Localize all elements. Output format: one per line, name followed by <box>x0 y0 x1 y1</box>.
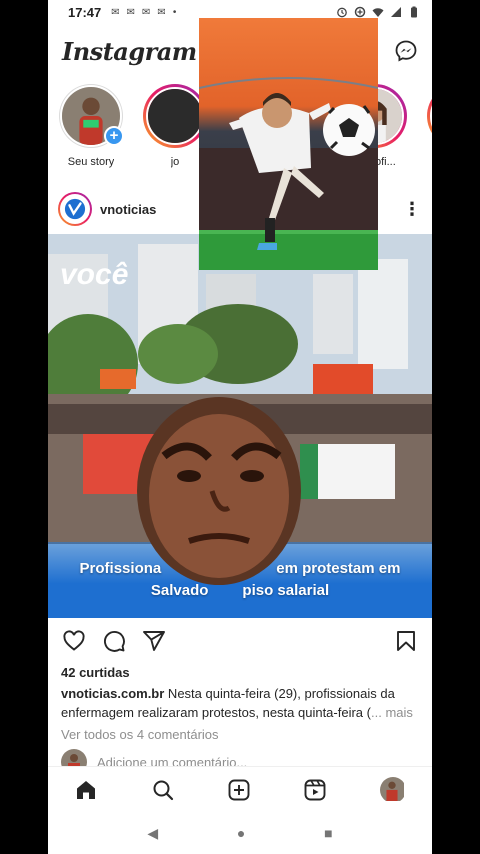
story-item[interactable]: degisson <box>426 84 432 182</box>
view-comments-link[interactable]: Ver todos os 4 comentários <box>48 722 432 744</box>
message-icon: ✉ <box>157 6 166 18</box>
post-username[interactable]: vnoticias <box>100 202 156 217</box>
post-caption: vnoticias.com.br Nesta quinta-feira (29)… <box>48 682 432 722</box>
voce-logo: você <box>60 258 129 291</box>
message-icon: ✉ <box>126 6 136 18</box>
data-saver-icon <box>354 6 366 18</box>
profile-avatar[interactable] <box>379 776 406 803</box>
signal-icon <box>391 7 401 17</box>
vnoticias-logo-icon <box>64 198 86 220</box>
story-name: jo <box>170 156 180 168</box>
reels-icon[interactable] <box>303 778 327 802</box>
post-image[interactable]: você Profissiona em protestam em Salvado p… <box>48 234 432 618</box>
instagram-app: 17:47 ✉ ✉ ✉ ✉ • Instagram + Seu story jo… <box>48 0 432 854</box>
like-icon[interactable] <box>62 629 86 653</box>
status-time: 17:47 <box>68 4 102 20</box>
likes-count[interactable]: 42 curtidas <box>48 664 432 682</box>
bottom-nav <box>48 766 432 812</box>
alarm-icon <box>337 7 347 18</box>
story-own[interactable]: + Seu story <box>58 84 124 182</box>
comment-icon[interactable] <box>102 629 126 653</box>
wifi-icon <box>372 8 384 17</box>
save-icon[interactable] <box>394 629 418 653</box>
caption-username[interactable]: vnoticias.com.br <box>61 686 164 701</box>
home-icon[interactable] <box>74 778 98 802</box>
messenger-icon[interactable] <box>394 39 418 63</box>
message-icon: ✉ <box>142 6 151 18</box>
avatar[interactable] <box>58 192 92 226</box>
story-name: Seu story <box>67 156 115 168</box>
dot-icon: • <box>172 6 177 18</box>
notification-icons: ✉ ✉ ✉ ✉ • <box>111 7 176 18</box>
home-button[interactable]: ● <box>237 825 245 841</box>
soccer-player-sticker <box>199 18 378 270</box>
system-nav-bar: ◀ ● ■ <box>48 812 432 854</box>
post-actions <box>48 618 432 664</box>
message-icon: ✉ <box>111 6 120 18</box>
instagram-logo[interactable]: Instagram <box>62 37 197 66</box>
battery-icon <box>411 6 417 18</box>
share-icon[interactable] <box>142 629 166 653</box>
avatar <box>146 87 204 145</box>
more-options-icon[interactable]: ⋮ <box>402 199 422 220</box>
recents-button[interactable]: ■ <box>324 825 332 841</box>
new-post-icon[interactable] <box>227 778 251 802</box>
face-sticker <box>137 397 301 585</box>
caption-ellipsis: ... <box>370 705 382 720</box>
status-icons <box>336 6 420 18</box>
search-icon[interactable] <box>151 778 175 802</box>
add-story-icon[interactable]: + <box>104 126 124 146</box>
back-button[interactable]: ◀ <box>147 825 158 842</box>
caption-more-link[interactable]: mais <box>385 705 412 720</box>
avatar <box>430 87 432 145</box>
